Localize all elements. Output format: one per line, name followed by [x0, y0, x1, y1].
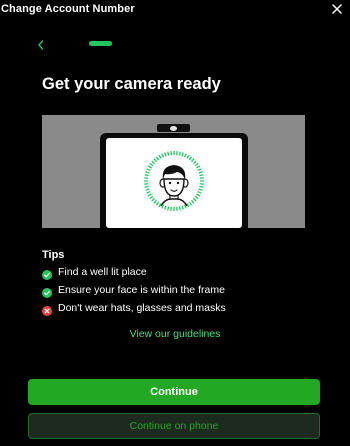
- chevron-left-icon[interactable]: [36, 38, 46, 50]
- webcam-icon: [157, 124, 190, 132]
- laptop-screen: [106, 138, 242, 228]
- title-bar: Change Account Number: [0, 0, 350, 20]
- tips-heading: Tips: [42, 249, 65, 261]
- window-title: Change Account Number: [1, 3, 135, 15]
- tip-label: Don't wear hats, glasses and masks: [58, 302, 226, 314]
- check-circle-icon: [42, 285, 52, 298]
- laptop-icon: [100, 133, 248, 228]
- tip-item: Don't wear hats, glasses and masks: [42, 301, 226, 316]
- check-circle-icon: [42, 267, 52, 280]
- continue-button[interactable]: Continue: [28, 379, 320, 405]
- step-progress-indicator: [89, 41, 112, 46]
- face-icon: [144, 151, 204, 211]
- view-guidelines-link[interactable]: View our guidelines: [0, 328, 350, 340]
- tip-label: Find a well lit place: [58, 266, 147, 278]
- tip-item: Find a well lit place: [42, 265, 147, 280]
- page-title: Get your camera ready: [42, 75, 221, 93]
- continue-on-phone-button[interactable]: Continue on phone: [28, 413, 320, 439]
- tip-item: Ensure your face is within the frame: [42, 283, 225, 298]
- webcam-lens: [170, 125, 177, 131]
- close-icon[interactable]: [330, 2, 344, 16]
- x-circle-icon: [42, 303, 52, 316]
- tip-label: Ensure your face is within the frame: [58, 284, 225, 296]
- camera-illustration: [42, 115, 305, 228]
